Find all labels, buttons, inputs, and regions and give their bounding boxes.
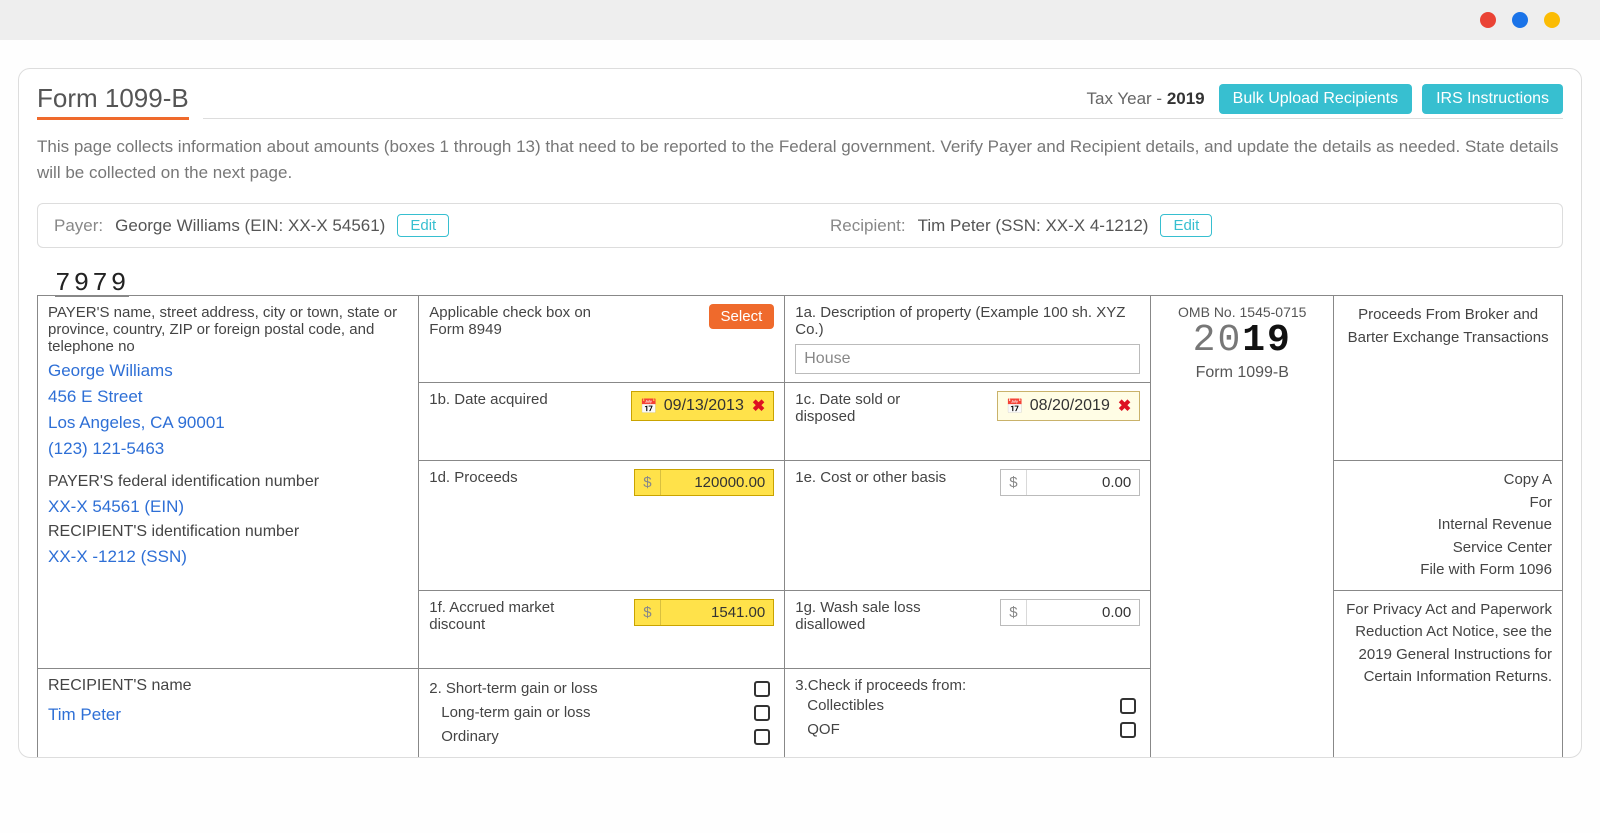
form-1099b-grid: PAYER'S name, street address, city or to… [37,295,1563,758]
box-5: 5. Check if noncovered security [785,757,1151,758]
payer-street-link[interactable]: 456 E Street [48,387,408,407]
qof-checkbox[interactable] [1120,722,1136,738]
payer-city-link[interactable]: Los Angeles, CA 90001 [48,413,408,433]
irs-instructions-button[interactable]: IRS Instructions [1422,84,1563,114]
form-card: Form 1099-B Tax Year - 2019 Bulk Upload … [18,68,1582,758]
copy-a-block: Copy A For Internal Revenue Service Cent… [1334,461,1563,591]
short-term-checkbox[interactable] [754,681,770,697]
date-sold-input[interactable]: 📅 08/20/2019 ✖ [997,391,1140,421]
bulk-upload-button[interactable]: Bulk Upload Recipients [1219,84,1412,114]
accrued-discount-input[interactable]: $ 1541.00 [634,599,774,626]
window-dot-red [1480,12,1496,28]
window-dot-blue [1512,12,1528,28]
recipient-street-block: Street address (including apt. no.) [38,757,419,758]
recipient-value: Tim Peter (SSN: XX-X 4-1212) [918,216,1149,236]
wash-sale-input[interactable]: $ 0.00 [1000,599,1140,626]
long-term-checkbox[interactable] [754,705,770,721]
privacy-block: For Privacy Act and Paperwork Reduction … [1334,590,1563,758]
cost-basis-input[interactable]: $ 0.00 [1000,469,1140,496]
box-1d: 1d. Proceeds $ 120000.00 [419,461,785,591]
party-bar: Payer: George Williams (EIN: XX-X 54561)… [37,203,1563,248]
calendar-icon: 📅 [1006,398,1023,415]
edit-recipient-button[interactable]: Edit [1160,214,1212,237]
ordinary-checkbox[interactable] [754,729,770,745]
select-8949-button[interactable]: Select [709,304,775,329]
payer-phone-link[interactable]: (123) 121-5463 [48,439,408,459]
recipient-name-block: RECIPIENT'S name Tim Peter [38,668,419,757]
payer-label: Payer: [54,216,103,236]
box-8949: Select Applicable check box on Form 8949 [419,296,785,383]
box-4: 4. Federal income tax 0.00 [419,757,785,758]
box-3: 3.Check if proceeds from: Collectibles Q… [785,668,1151,757]
property-description-input[interactable] [795,344,1140,374]
date-acquired-input[interactable]: 📅 09/13/2013 ✖ [631,391,774,421]
calendar-icon: 📅 [640,398,657,415]
form-title-block: Proceeds From Broker and Barter Exchange… [1334,296,1563,461]
page-description: This page collects information about amo… [37,134,1563,185]
box-1g: 1g. Wash sale loss disallowed $ 0.00 [785,590,1151,668]
recipient-ssn-link[interactable]: XX-X -1212 (SSN) [48,547,408,567]
box-2: 2. Short-term gain or loss Long-term gai… [419,668,785,757]
box-1f: 1f. Accrued market discount $ 1541.00 [419,590,785,668]
payer-value: George Williams (EIN: XX-X 54561) [115,216,385,236]
recipient-name-link[interactable]: Tim Peter [48,705,408,725]
box-1c: 1c. Date sold or disposed 📅 08/20/2019 ✖ [785,383,1151,461]
payer-ein-link[interactable]: XX-X 54561 (EIN) [48,497,408,517]
box-1a: 1a. Description of property (Example 100… [785,296,1151,383]
tax-year: Tax Year - 2019 [1086,89,1204,109]
payer-block: PAYER'S name, street address, city or to… [38,296,419,669]
recipient-label: Recipient: [830,216,906,236]
window-titlebar [0,0,1600,40]
proceeds-input[interactable]: $ 120000.00 [634,469,774,496]
omb-block: OMB No. 1545-0715 2019 Form 1099-B [1151,296,1334,461]
edit-payer-button[interactable]: Edit [397,214,449,237]
window-dot-yellow [1544,12,1560,28]
box-1b: 1b. Date acquired 📅 09/13/2013 ✖ [419,383,785,461]
collectibles-checkbox[interactable] [1120,698,1136,714]
page-title: Form 1099-B [37,83,189,120]
payer-name-link[interactable]: George Williams [48,361,408,381]
sequence-number: 7979 [55,270,129,297]
clear-date-icon[interactable]: ✖ [752,396,765,416]
clear-date-icon[interactable]: ✖ [1118,396,1131,416]
box-1e: 1e. Cost or other basis $ 0.00 [785,461,1151,591]
